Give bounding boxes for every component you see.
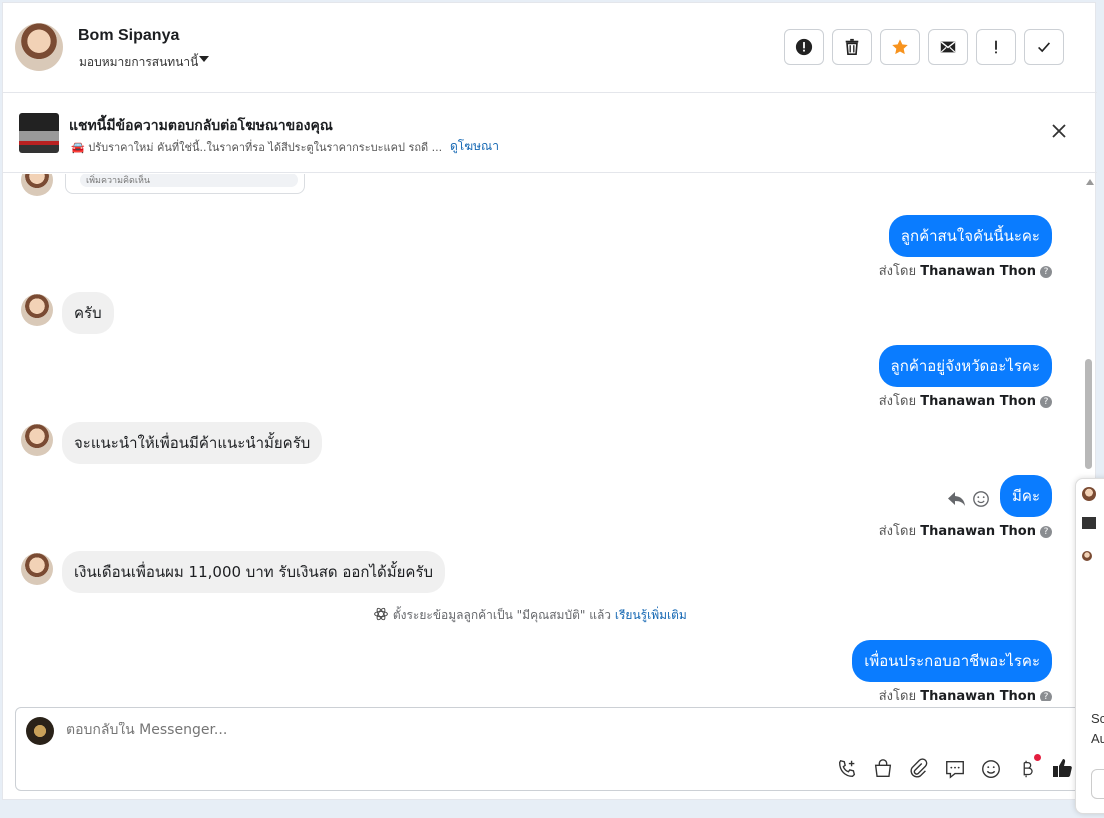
reply-input[interactable] (66, 722, 766, 738)
help-icon[interactable]: ? (1040, 396, 1052, 408)
done-button[interactable] (1024, 29, 1064, 65)
mini-avatar (1082, 487, 1096, 501)
outgoing-message[interactable]: มีคะ (1000, 475, 1052, 517)
incoming-message[interactable]: จะแนะนำให้เพื่อนมีค้าแนะนำมั้ยครับ (62, 422, 323, 464)
outgoing-message[interactable]: ลูกค้าอยู่จังหวัดอะไรคะ (878, 345, 1052, 387)
sent-by-prefix: ส่งโดย (878, 264, 917, 279)
saved-reply-icon[interactable] (944, 758, 966, 780)
message-thread[interactable]: เพิ่มความคิดเห็น ลูกค้าสนใจคันนี้นะคะ ส่… (3, 174, 1097, 701)
incoming-message[interactable]: เงินเดือนเพื่อนผม 11,000 บาท รับเงินสด อ… (62, 551, 446, 593)
emoji-icon[interactable] (980, 758, 1002, 780)
help-icon[interactable]: ? (1040, 691, 1052, 701)
popup-text-line: Sc (1091, 711, 1104, 726)
sent-by-prefix: ส่งโดย (878, 524, 917, 539)
assign-conversation-dropdown[interactable]: มอบหมายการสนทนานี้ (79, 53, 198, 72)
envelope-icon (940, 41, 956, 53)
popup-text-line: Au (1091, 731, 1104, 746)
exclamation-icon (995, 40, 997, 54)
sender-name: Thanawan Thon (920, 394, 1036, 409)
contact-avatar-small (21, 174, 53, 196)
scrollbar-thumb[interactable] (1085, 359, 1092, 469)
sent-by-label: ส่งโดย Thanawan Thon? (879, 520, 1052, 541)
star-button[interactable] (880, 29, 920, 65)
trash-icon (845, 38, 859, 56)
thumbs-up-icon[interactable] (1051, 756, 1075, 780)
contact-avatar[interactable] (15, 23, 63, 71)
reply-icon[interactable] (947, 490, 967, 508)
contact-avatar-small (21, 424, 53, 456)
spam-button[interactable] (784, 29, 824, 65)
call-add-icon[interactable] (836, 758, 858, 780)
alert-circle-icon (795, 38, 813, 56)
shopping-bag-icon[interactable] (872, 758, 894, 780)
ad-banner-title: แชทนี้มีข้อความตอบกลับต่อโฆษณาของคุณ (69, 118, 333, 134)
sender-name: Thanawan Thon (920, 264, 1036, 279)
paperclip-icon[interactable] (908, 758, 930, 780)
contact-avatar-small (21, 294, 53, 326)
close-icon[interactable] (1049, 121, 1069, 141)
popup-button[interactable] (1091, 769, 1104, 799)
star-icon (892, 39, 908, 55)
notification-dot (1034, 754, 1041, 761)
incoming-message[interactable]: ครับ (62, 292, 114, 334)
mark-unread-button[interactable] (928, 29, 968, 65)
checkmark-icon (1038, 42, 1051, 53)
side-popup-window[interactable]: Sc Au (1075, 478, 1104, 814)
conversation-panel: Bom Sipanya มอบหมายการสนทนานี้ แชทนี้มีข… (2, 2, 1097, 800)
system-notice: ตั้งระยะข้อมูลลูกค้าเป็น "มีคุณสมบัติ" แ… (373, 606, 687, 625)
sent-by-label: ส่งโดย Thanawan Thon? (879, 390, 1052, 411)
mini-thumbnail (1082, 517, 1096, 529)
learn-more-link[interactable]: เรียนรู้เพิ่มเติม (615, 608, 687, 622)
sent-by-prefix: ส่งโดย (878, 689, 917, 701)
scroll-up-arrow-icon[interactable] (1086, 179, 1094, 185)
follow-up-button[interactable] (976, 29, 1016, 65)
contact-name[interactable]: Bom Sipanya (78, 27, 179, 45)
conversation-header: Bom Sipanya มอบหมายการสนทนานี้ (3, 3, 1097, 93)
ad-thumbnail[interactable] (19, 113, 59, 153)
help-icon[interactable]: ? (1040, 526, 1052, 538)
contact-avatar-small (21, 553, 53, 585)
outgoing-message[interactable]: ลูกค้าสนใจคันนี้นะคะ (888, 215, 1052, 257)
sender-name: Thanawan Thon (920, 689, 1036, 701)
notice-text: ตั้งระยะข้อมูลลูกค้าเป็น "มีคุณสมบัติ" แ… (392, 608, 612, 622)
ad-reply-banner: แชทนี้มีข้อความตอบกลับต่อโฆษณาของคุณ 🚘 ป… (3, 93, 1097, 173)
view-ad-link[interactable]: ดูโฆษณา (450, 137, 499, 156)
chevron-down-icon[interactable] (199, 56, 209, 62)
sent-by-label: ส่งโดย Thanawan Thon? (879, 685, 1052, 701)
mini-avatar (1082, 551, 1092, 561)
sender-name: Thanawan Thon (920, 524, 1036, 539)
page-avatar (26, 717, 54, 745)
atom-icon (374, 607, 388, 621)
ad-banner-description: 🚘 ปรับราคาใหม่ คันที่ใช่นี้..ในราคาที่รอ… (71, 141, 443, 154)
help-icon[interactable]: ? (1040, 266, 1052, 278)
delete-button[interactable] (832, 29, 872, 65)
ad-preview-card[interactable]: เพิ่มความคิดเห็น (65, 174, 305, 194)
outgoing-message[interactable]: เพื่อนประกอบอาชีพอะไรคะ (852, 640, 1052, 682)
comment-field[interactable]: เพิ่มความคิดเห็น (80, 174, 298, 187)
message-composer (15, 707, 1085, 791)
sent-by-label: ส่งโดย Thanawan Thon? (879, 260, 1052, 281)
sent-by-prefix: ส่งโดย (878, 394, 917, 409)
emoji-react-icon[interactable] (972, 490, 990, 508)
baht-payment-icon[interactable] (1016, 758, 1038, 780)
